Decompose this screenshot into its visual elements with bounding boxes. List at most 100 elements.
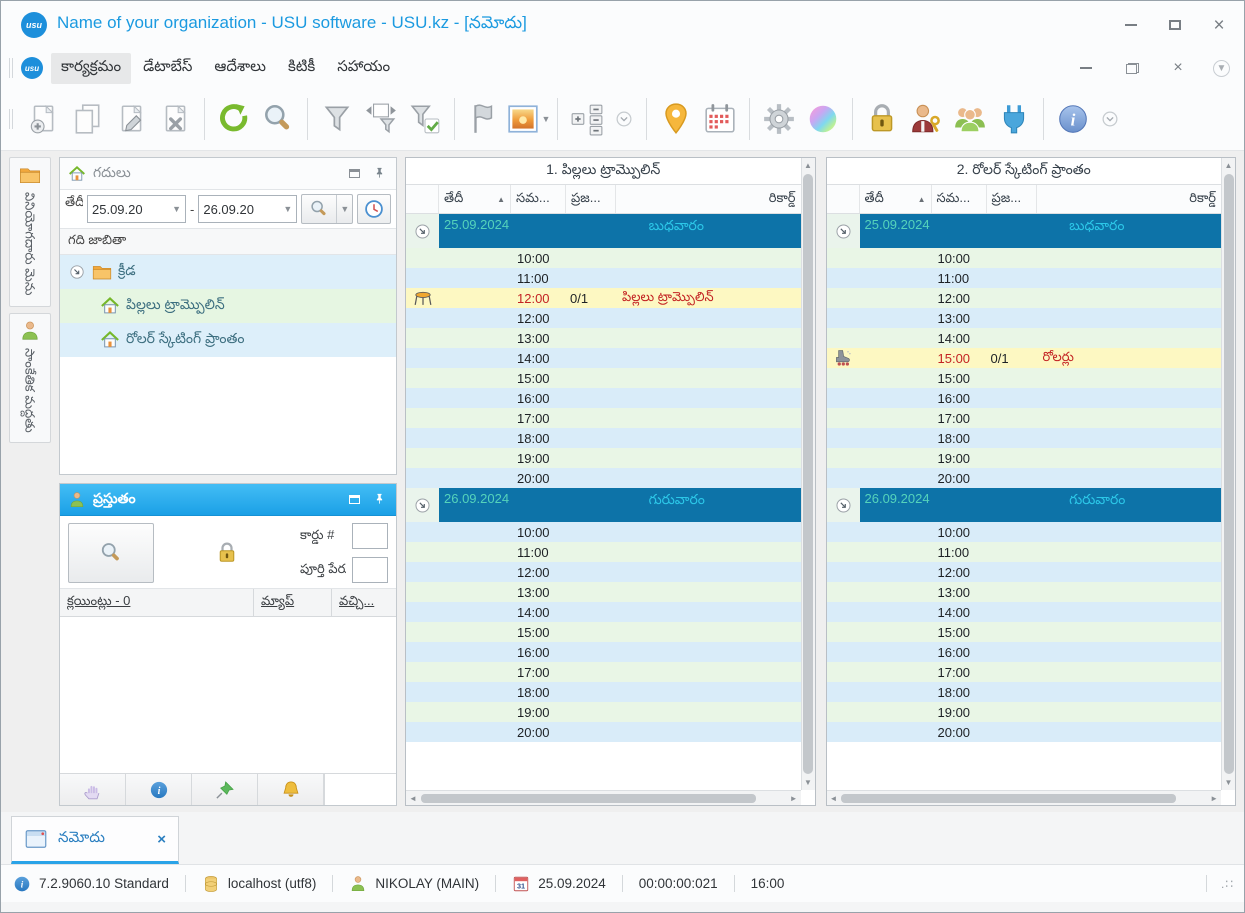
menu-item-0[interactable]: కార్యక్రమం: [51, 52, 132, 84]
about-button[interactable]: i: [1051, 95, 1095, 143]
user-permissions-button[interactable]: [904, 95, 948, 143]
group-collapse-cell[interactable]: [826, 488, 860, 522]
integrations-button[interactable]: [992, 95, 1036, 143]
time-slot-row[interactable]: 12:00: [826, 288, 1221, 308]
collapse-icon[interactable]: [413, 222, 432, 241]
tree-item-1[interactable]: పిల్లలు ట్రామ్పొలిన్: [60, 289, 396, 323]
scroll-left-icon[interactable]: ◄: [830, 794, 838, 803]
tree-item-0[interactable]: క్రీడ: [60, 255, 396, 289]
settings-button[interactable]: [757, 95, 801, 143]
time-slot-row[interactable]: 18:00: [826, 428, 1221, 448]
time-slot-row[interactable]: 11:00: [826, 542, 1221, 562]
chevron-down-icon[interactable]: ▼: [336, 195, 352, 223]
date-column-header[interactable]: తేదీ ▲: [439, 185, 511, 213]
scrollbar-thumb[interactable]: [841, 793, 1177, 803]
time-slot-row[interactable]: 10:00: [826, 522, 1221, 542]
mdi-close-button[interactable]: ×: [1167, 57, 1189, 79]
people-column-header[interactable]: ప్రజ...: [987, 185, 1037, 213]
day-group-row[interactable]: 25.09.2024 బుధవారం: [406, 214, 801, 248]
calendar-button[interactable]: [698, 95, 742, 143]
vertical-scrollbar[interactable]: ▲ ▼: [1221, 158, 1235, 790]
scroll-down-icon[interactable]: ▼: [1225, 776, 1233, 789]
time-slot-row[interactable]: 18:00: [826, 682, 1221, 702]
time-slot-row[interactable]: 11:00: [826, 268, 1221, 288]
time-slot-row[interactable]: 19:00: [406, 448, 801, 468]
toolbar-grip2[interactable]: [9, 108, 13, 129]
edit-record-button[interactable]: [109, 95, 153, 143]
time-slot-row[interactable]: 20:00: [406, 722, 801, 742]
time-slot-row[interactable]: 17:00: [826, 662, 1221, 682]
date-to-select[interactable]: 26.09.20 ▼: [198, 195, 298, 223]
copy-record-button[interactable]: [65, 95, 109, 143]
time-slot-row[interactable]: 15:00: [826, 622, 1221, 642]
booked-slot-row[interactable]: 12:00 0/1 పిల్లలు ట్రామ్పొలిన్: [406, 288, 801, 308]
sidebar-tab-user-menu[interactable]: వినియోగదారు మెను: [9, 157, 51, 307]
group-collapse-cell[interactable]: [406, 214, 439, 248]
time-slot-row[interactable]: 13:00: [826, 582, 1221, 602]
time-slot-row[interactable]: 14:00: [826, 328, 1221, 348]
menu-item-3[interactable]: కిటికీ: [278, 53, 325, 84]
toolbar-grip[interactable]: [9, 58, 13, 78]
horizontal-scrollbar[interactable]: ◄ ►: [826, 790, 1221, 805]
time-slot-row[interactable]: 11:00: [406, 268, 801, 288]
scrollbar-thumb[interactable]: [1223, 174, 1234, 774]
sidebar-tab-tech-support[interactable]: సాంకేతిక మద్దతు: [9, 312, 51, 444]
scroll-right-icon[interactable]: ►: [1210, 794, 1218, 803]
date-column-header[interactable]: తేదీ ▲: [860, 185, 932, 213]
collapse-icon[interactable]: [834, 496, 853, 515]
menu-logo-icon[interactable]: usu: [21, 57, 43, 79]
full-name-input[interactable]: [352, 557, 388, 583]
refresh-button[interactable]: [212, 95, 256, 143]
clients-column-header-2[interactable]: వచ్చి...: [332, 589, 396, 616]
notify-button[interactable]: [258, 774, 324, 805]
new-record-button[interactable]: [21, 95, 65, 143]
clients-column-header-1[interactable]: మ్యాప్: [254, 589, 332, 616]
tab-close-icon[interactable]: ×: [157, 831, 166, 848]
date-from-select[interactable]: 25.09.20 ▼: [87, 195, 186, 223]
menu-item-4[interactable]: సహాయం: [327, 53, 400, 84]
clients-table-body[interactable]: [60, 617, 396, 773]
time-slot-row[interactable]: 17:00: [406, 408, 801, 428]
horizontal-scrollbar[interactable]: ◄ ►: [406, 790, 801, 805]
filter-saved-button[interactable]: [403, 95, 447, 143]
time-column-header[interactable]: సమ...: [511, 185, 566, 213]
time-slot-row[interactable]: 20:00: [826, 722, 1221, 742]
people-column-header[interactable]: ప్రజ...: [566, 185, 616, 213]
scrollbar-thumb[interactable]: [420, 793, 756, 803]
image-gallery-button[interactable]: ▼: [506, 95, 550, 143]
maximize-button[interactable]: [1164, 14, 1186, 36]
booked-slot-row[interactable]: 15:00 0/1 రోలర్లు: [826, 348, 1221, 368]
time-slot-row[interactable]: 19:00: [406, 702, 801, 722]
tree-item-2[interactable]: రోలర్ స్కేటింగ్ ప్రాంతం: [60, 323, 396, 357]
scrollbar-thumb[interactable]: [803, 174, 813, 774]
time-slot-row[interactable]: 10:00: [406, 248, 801, 268]
time-slot-row[interactable]: 19:00: [826, 448, 1221, 468]
time-slot-row[interactable]: 13:00: [406, 328, 801, 348]
time-slot-row[interactable]: 12:00: [406, 308, 801, 328]
quick-input[interactable]: [324, 774, 396, 805]
delete-record-button[interactable]: [153, 95, 197, 143]
schedule-clock-button[interactable]: [357, 194, 392, 224]
time-slot-row[interactable]: 14:00: [826, 602, 1221, 622]
time-slot-row[interactable]: 15:00: [826, 368, 1221, 388]
group-collapse-cell[interactable]: [406, 488, 439, 522]
mdi-minimize-button[interactable]: [1075, 57, 1097, 79]
time-slot-row[interactable]: 18:00: [406, 428, 801, 448]
time-slot-row[interactable]: 14:00: [406, 348, 801, 368]
time-slot-row[interactable]: 18:00: [406, 682, 801, 702]
time-slot-row[interactable]: 13:00: [406, 582, 801, 602]
color-theme-button[interactable]: [801, 95, 845, 143]
close-button[interactable]: ×: [1208, 14, 1230, 36]
minimize-button[interactable]: [1120, 14, 1142, 36]
resize-grip[interactable]: .∷: [1200, 875, 1234, 892]
rooms-search-split-button[interactable]: ▼: [301, 194, 354, 224]
time-slot-row[interactable]: 14:00: [406, 602, 801, 622]
record-column-header[interactable]: రికార్డ్: [1037, 185, 1222, 213]
time-slot-row[interactable]: 12:00: [406, 562, 801, 582]
row-scale-button[interactable]: [565, 95, 609, 143]
time-slot-row[interactable]: 17:00: [826, 408, 1221, 428]
scroll-up-icon[interactable]: ▲: [1225, 159, 1233, 172]
map-pin-button[interactable]: [654, 95, 698, 143]
lock-indicator[interactable]: [160, 541, 294, 565]
collapse-icon[interactable]: [68, 263, 86, 281]
